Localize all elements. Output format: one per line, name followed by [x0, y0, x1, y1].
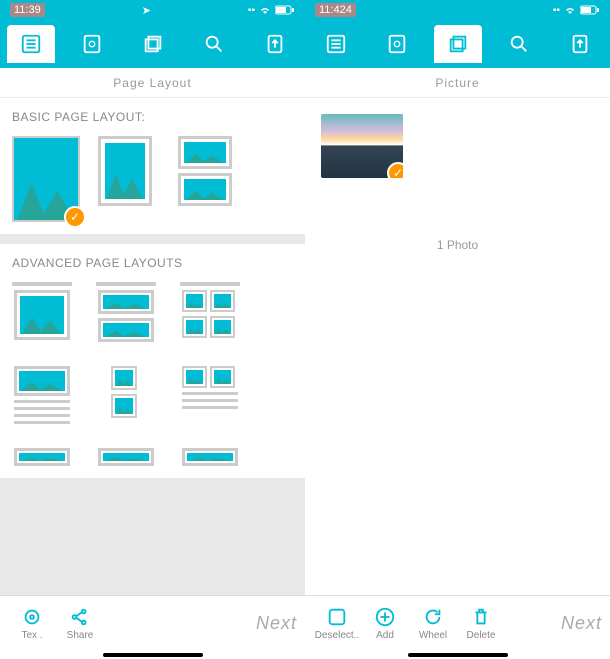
home-indicator — [0, 651, 305, 659]
wifi-icon — [564, 5, 576, 15]
layout-two-image-text[interactable] — [96, 366, 156, 424]
tab-search[interactable] — [495, 25, 543, 63]
tex-button[interactable]: Tex . — [8, 606, 56, 641]
upload-icon — [569, 33, 591, 55]
status-indicators: ▪▪ — [248, 5, 295, 16]
layout-two-up[interactable] — [178, 136, 240, 222]
pictures-icon — [447, 33, 469, 55]
advanced-layout-grid — [12, 282, 293, 466]
share-label: Share — [67, 630, 94, 641]
tab-settings[interactable] — [373, 25, 421, 63]
next-button[interactable]: Next — [561, 613, 602, 634]
status-indicators: ▪▪ — [553, 5, 600, 16]
home-indicator — [305, 651, 610, 659]
content-area: BASIC PAGE LAYOUT: ✓ ADVANCED PAGE — [0, 98, 305, 595]
layout-extra-1[interactable] — [12, 448, 72, 466]
layout-image-text[interactable] — [12, 366, 72, 424]
basic-section-title: BASIC PAGE LAYOUT: — [12, 110, 293, 124]
status-time: 11:39 — [10, 3, 45, 17]
status-time: 11:424 — [315, 3, 356, 17]
deselect-icon — [326, 606, 348, 628]
deselect-label: Deselect.. — [315, 630, 359, 641]
basic-layouts-section: BASIC PAGE LAYOUT: ✓ — [0, 98, 305, 234]
settings-page-icon — [386, 33, 408, 55]
search-icon — [508, 33, 530, 55]
advanced-section-title: ADVANCED PAGE LAYOUTS — [12, 256, 293, 270]
basic-layout-grid: ✓ — [12, 136, 293, 222]
layout-extra-3[interactable] — [180, 448, 240, 466]
tab-search[interactable] — [190, 25, 238, 63]
screen-page-layout: 11:39 ➤ ▪▪ Page Layout — [0, 0, 305, 659]
share-icon — [69, 606, 91, 628]
settings-page-icon — [81, 33, 103, 55]
status-bar: 11:424 ▪▪ — [305, 0, 610, 20]
tab-layout[interactable] — [312, 25, 360, 63]
tab-settings[interactable] — [68, 25, 116, 63]
search-icon — [203, 33, 225, 55]
layout-bordered[interactable] — [98, 136, 160, 222]
tab-layout[interactable] — [7, 25, 55, 63]
top-nav — [0, 20, 305, 68]
bottom-bar: Tex . Share Next — [0, 595, 305, 651]
tab-pictures[interactable] — [434, 25, 482, 63]
subheader: Page Layout — [0, 68, 305, 98]
photo-grid: ✓ 1 Photo — [305, 98, 610, 595]
deselect-button[interactable]: Deselect.. — [313, 606, 361, 641]
bottom-bar: Deselect.. Add Wheel Delete Next — [305, 595, 610, 651]
wheel-button[interactable]: Wheel — [409, 606, 457, 641]
share-button[interactable]: Share — [56, 606, 104, 641]
delete-button[interactable]: Delete — [457, 606, 505, 641]
layout-extra-2[interactable] — [96, 448, 156, 466]
plus-circle-icon — [374, 606, 396, 628]
advanced-layouts-section: ADVANCED PAGE LAYOUTS — [0, 244, 305, 478]
location-arrow-icon: ➤ — [142, 4, 151, 17]
refresh-icon — [422, 606, 444, 628]
signal-icon: ▪▪ — [248, 5, 255, 16]
screen-pictures: 11:424 ▪▪ Picture — [305, 0, 610, 659]
battery-icon — [580, 5, 600, 15]
battery-icon — [275, 5, 295, 15]
check-icon: ✓ — [387, 162, 403, 178]
check-icon: ✓ — [64, 206, 86, 228]
upload-icon — [264, 33, 286, 55]
gear-icon — [21, 606, 43, 628]
wifi-icon — [259, 5, 271, 15]
pictures-icon — [142, 33, 164, 55]
subheader: Picture — [305, 68, 610, 98]
status-bar: 11:39 ➤ ▪▪ — [0, 0, 305, 20]
layout-grid-text[interactable] — [180, 366, 240, 424]
layout-title-four[interactable] — [180, 282, 240, 342]
tab-upload[interactable] — [251, 25, 299, 63]
layout-icon — [325, 33, 347, 55]
layout-title-two[interactable] — [96, 282, 156, 342]
photo-count-label: 1 Photo — [321, 238, 594, 252]
add-button[interactable]: Add — [361, 606, 409, 641]
signal-icon: ▪▪ — [553, 5, 560, 16]
layout-full-bleed[interactable]: ✓ — [12, 136, 80, 222]
tab-pictures[interactable] — [129, 25, 177, 63]
trash-icon — [470, 606, 492, 628]
photo-item[interactable]: ✓ — [321, 114, 403, 178]
add-label: Add — [376, 630, 394, 641]
layout-title-image[interactable] — [12, 282, 72, 342]
layout-icon — [20, 33, 42, 55]
tab-upload[interactable] — [556, 25, 604, 63]
wheel-label: Wheel — [419, 630, 447, 641]
tex-label: Tex . — [21, 630, 42, 641]
delete-label: Delete — [467, 630, 496, 641]
top-nav — [305, 20, 610, 68]
next-button[interactable]: Next — [256, 613, 297, 634]
